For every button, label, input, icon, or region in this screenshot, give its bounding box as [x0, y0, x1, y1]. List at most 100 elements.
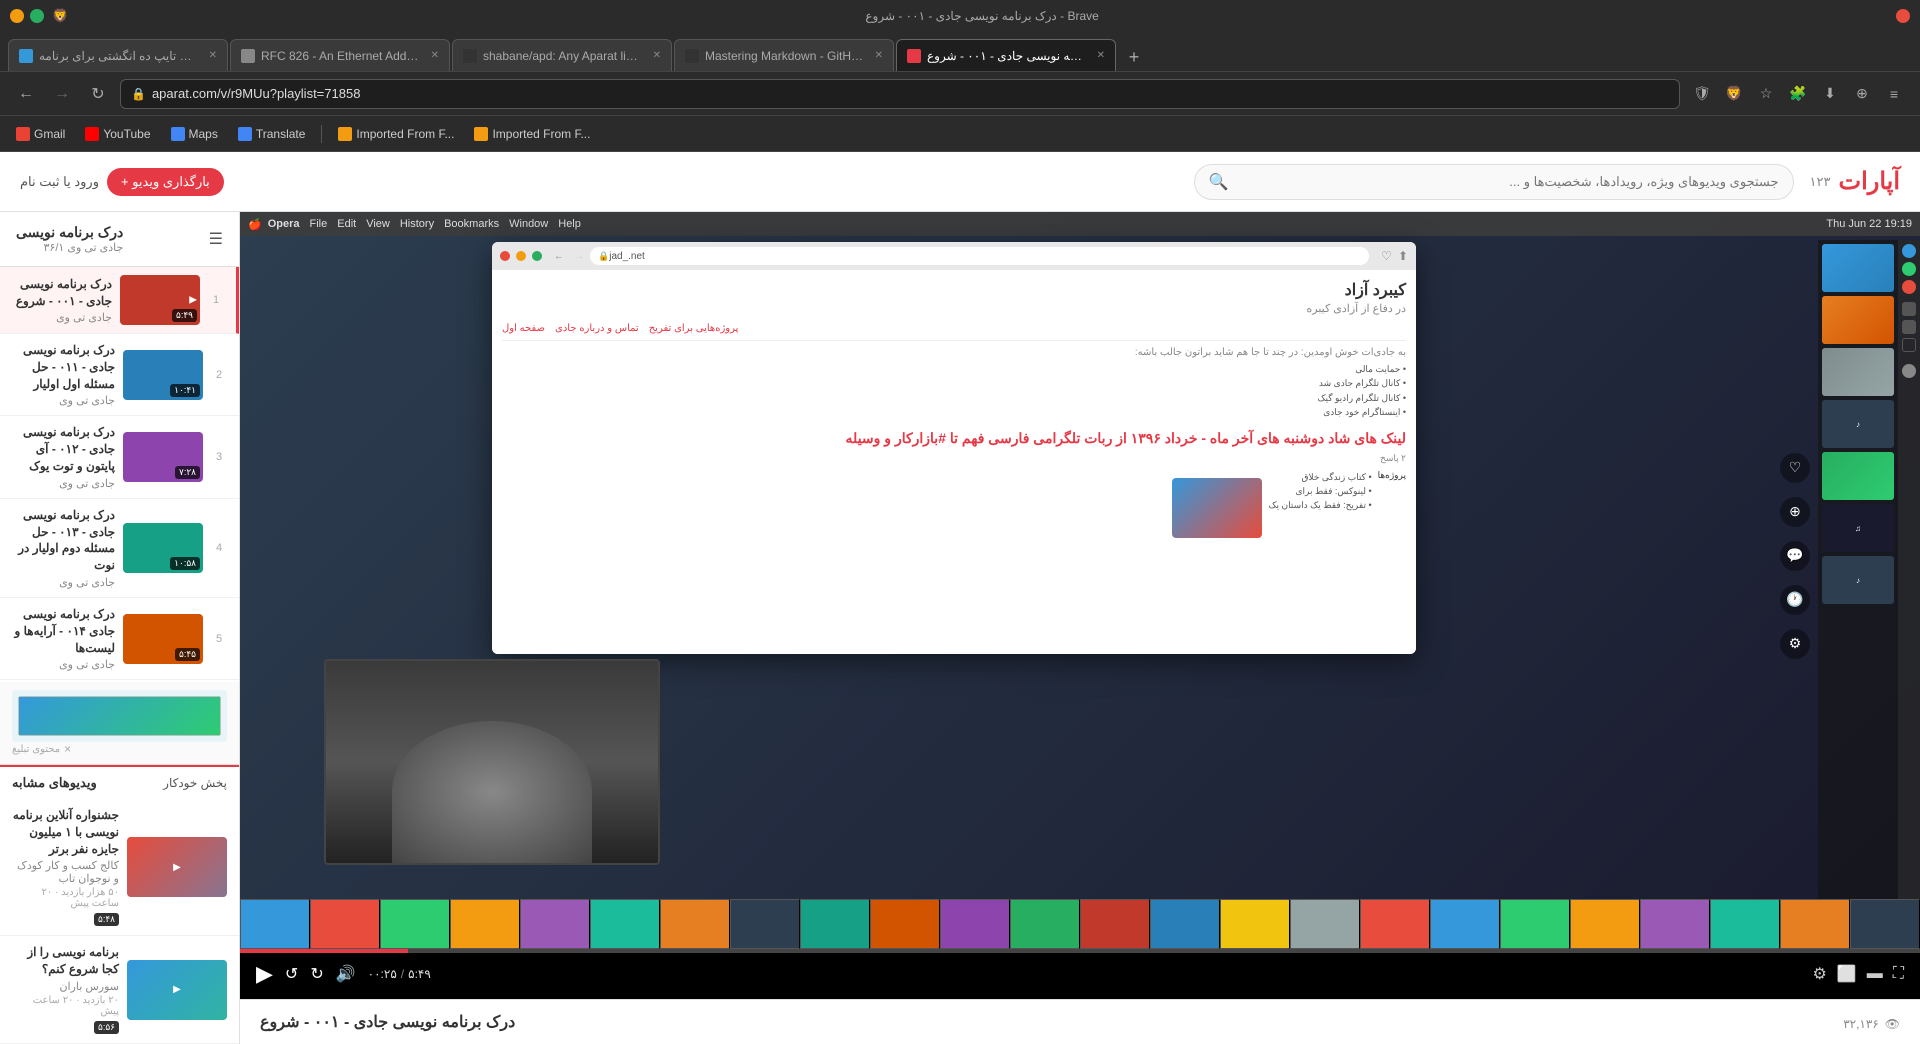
playlist-duration-1: ۵:۴۹: [172, 309, 197, 322]
rec-stats-1: ۵۰ هزار بازدید · ۲۰ ساعت پیش: [12, 887, 119, 909]
tab-favicon-tab3: [463, 49, 477, 63]
play-button[interactable]: ▶: [256, 961, 273, 987]
download-icon[interactable]: ⬇: [1816, 80, 1844, 108]
forward-button[interactable]: ↻: [310, 964, 323, 984]
thumb-9[interactable]: [870, 899, 940, 949]
thumb-1[interactable]: [310, 899, 380, 949]
thumb-16[interactable]: [1360, 899, 1430, 949]
comment-icon[interactable]: 💬: [1780, 541, 1810, 571]
theater-icon[interactable]: ▬: [1867, 965, 1883, 983]
save-later-icon[interactable]: 🕐: [1780, 585, 1810, 615]
thumb-20[interactable]: [1640, 899, 1710, 949]
thumb-21[interactable]: [1710, 899, 1780, 949]
playlist-channel-4: جادی تی وی: [12, 576, 115, 589]
tab-tab5[interactable]: درک برنامه نویسی جادی - ۰۰۱ - شروع✕: [896, 39, 1116, 71]
bookmark-imported-1[interactable]: Imported From F...: [334, 125, 458, 143]
file-thumb-7: ♪: [1822, 556, 1894, 604]
search-input[interactable]: [1236, 174, 1778, 189]
thumb-19[interactable]: [1570, 899, 1640, 949]
login-button[interactable]: ورود یا ثبت نام: [20, 174, 99, 190]
bookmark-translate[interactable]: Translate: [234, 125, 310, 143]
thumb-2[interactable]: [380, 899, 450, 949]
reload-button[interactable]: ↻: [84, 80, 112, 108]
window-controls[interactable]: [10, 9, 44, 23]
brave-rewards-icon[interactable]: 🦁: [1720, 80, 1748, 108]
minimize-button[interactable]: [10, 9, 24, 23]
playlist-item-5[interactable]: 5 ۵:۴۵ درک برنامه نویسی جادی ۰۱۴ - آرایه…: [0, 598, 239, 680]
brave-shields-icon[interactable]: 🛡: [1688, 80, 1716, 108]
back-button[interactable]: ←: [12, 80, 40, 108]
volume-button[interactable]: 🔊: [336, 964, 356, 984]
inner-nav-item-1: صفحه اول: [502, 323, 545, 334]
menu-icon[interactable]: ≡: [1880, 80, 1908, 108]
like-icon[interactable]: ♡: [1780, 453, 1810, 483]
tab-tab1[interactable]: آموزش تایپ ده انگشتی برای برنامه✕: [8, 39, 228, 71]
fullscreen-icon[interactable]: ⛶: [1893, 965, 1904, 983]
thumb-5[interactable]: [590, 899, 660, 949]
playlist-menu-icon[interactable]: ☰: [209, 229, 223, 249]
player-controls-right: ⚙ ⬜ ▬ ⛶: [1813, 964, 1904, 984]
playlist-item-1[interactable]: 1 ۵:۴۹ ▶ درک برنامه نویسی جادی - ۰۰۱ - ش…: [0, 267, 239, 334]
bookmark-imported-2[interactable]: Imported From F...: [470, 125, 594, 143]
address-bar[interactable]: 🔒 aparat.com/v/r9MUu?playlist=71858: [120, 79, 1680, 109]
opera-sidebar-icon-5: [1902, 320, 1916, 334]
tab-close-tab2[interactable]: ✕: [431, 50, 439, 61]
maximize-button[interactable]: [30, 9, 44, 23]
tab-tab4[interactable]: Mastering Markdown - GitHub G:✕: [674, 39, 894, 71]
bookmark-icon[interactable]: ☆: [1752, 80, 1780, 108]
inner-browser-bar: ← → 🔒 jad_.net ♡ ⬆: [492, 242, 1416, 270]
thumb-18[interactable]: [1500, 899, 1570, 949]
tab-close-tab4[interactable]: ✕: [875, 50, 883, 61]
user-count: ۱۲۳: [1810, 174, 1831, 190]
tab-tab2[interactable]: RFC 826 - An Ethernet Address Re:✕: [230, 39, 450, 71]
thumb-14[interactable]: [1220, 899, 1290, 949]
zoom-icon[interactable]: ⊕: [1848, 80, 1876, 108]
thumb-23[interactable]: [1850, 899, 1920, 949]
thumb-13[interactable]: [1150, 899, 1220, 949]
forward-button[interactable]: →: [48, 80, 76, 108]
tab-close-tab3[interactable]: ✕: [653, 50, 661, 61]
thumb-3[interactable]: [450, 899, 520, 949]
rec-item-1[interactable]: ▶ جشنواره آنلاین برنامه نویسی با ۱ میلیو…: [0, 799, 239, 936]
music-icon: ♪: [1856, 420, 1860, 429]
thumb-0[interactable]: [240, 899, 310, 949]
tab-close-tab5[interactable]: ✕: [1097, 50, 1105, 61]
bookmark-gmail[interactable]: Gmail: [12, 125, 69, 143]
thumb-15[interactable]: [1290, 899, 1360, 949]
settings-player-icon[interactable]: ⚙: [1780, 629, 1810, 659]
opera-sidebar-icon-2: [1902, 262, 1916, 276]
new-tab-button[interactable]: +: [1120, 43, 1148, 71]
bookmark-youtube[interactable]: YouTube: [81, 125, 154, 143]
playlist-item-3[interactable]: 3 ۷:۲۸ درک برنامه نویسی جادی - ۰۱۲ - آی …: [0, 416, 239, 498]
progress-bar[interactable]: [240, 949, 1920, 953]
upload-button[interactable]: + بارگذاری ویدیو: [107, 168, 224, 196]
tab-tab3[interactable]: shabane/apd: Any Aparat link suc:✕: [452, 39, 672, 71]
rewind-button[interactable]: ↺: [285, 964, 298, 984]
thumb-8[interactable]: [800, 899, 870, 949]
quality-icon[interactable]: ⚙: [1813, 964, 1827, 984]
person-silhouette: [392, 721, 591, 862]
gmail-favicon: [16, 127, 30, 141]
thumb-4[interactable]: [520, 899, 590, 949]
url-text: aparat.com/v/r9MUu?playlist=71858: [152, 86, 360, 101]
thumb-17[interactable]: [1430, 899, 1500, 949]
thumb-6[interactable]: [660, 899, 730, 949]
thumb-12[interactable]: [1080, 899, 1150, 949]
thumb-11[interactable]: [1010, 899, 1080, 949]
search-bar[interactable]: 🔍: [1194, 164, 1794, 200]
playlist-item-2[interactable]: 2 ۱۰:۴۱ درک برنامه نویسی جادی - ۰۱۱ - حل…: [0, 334, 239, 416]
dislike-icon[interactable]: ⊕: [1780, 497, 1810, 527]
close-button[interactable]: [1896, 9, 1910, 23]
thumb-7[interactable]: [730, 899, 800, 949]
ad-close-button[interactable]: ×: [64, 742, 71, 756]
inner-project-items: • کتاب زندگی خلاق• لینوکس: فقط برای• تفر…: [1268, 470, 1371, 538]
miniplayer-icon[interactable]: ⬜: [1837, 964, 1857, 984]
tab-close-tab1[interactable]: ✕: [209, 50, 217, 61]
thumb-10[interactable]: [940, 899, 1010, 949]
rec-item-2[interactable]: ▶ برنامه نویسی را از کجا شروع کنم؟ سورس …: [0, 936, 239, 1044]
extensions-icon[interactable]: 🧩: [1784, 80, 1812, 108]
bookmark-maps[interactable]: Maps: [167, 125, 222, 143]
thumb-22[interactable]: [1780, 899, 1850, 949]
playlist-item-4[interactable]: 4 ۱۰:۵۸ درک برنامه نویسی جادی - ۰۱۳ - حل…: [0, 499, 239, 598]
playlist-ep-title-4: درک برنامه نویسی جادی - ۰۱۳ - حل مسئله د…: [12, 507, 115, 574]
